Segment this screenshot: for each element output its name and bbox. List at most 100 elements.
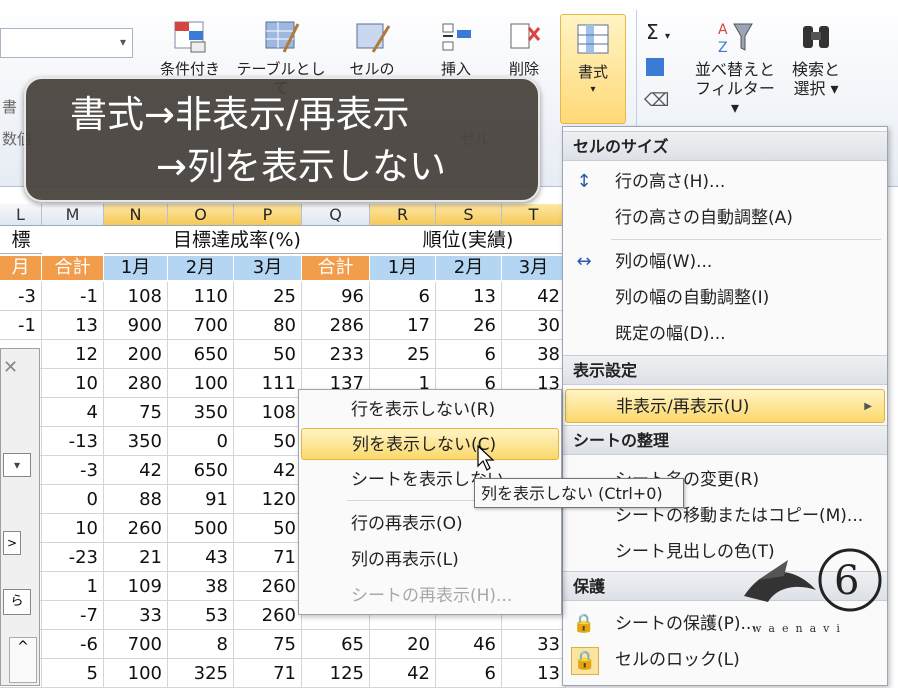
table-cell[interactable]: 1 (42, 572, 104, 601)
table-cell[interactable]: 20 (370, 630, 436, 659)
table-cell[interactable]: 25 (370, 340, 436, 369)
table-cell[interactable]: 50 (234, 427, 302, 456)
table-cell[interactable]: 33 (104, 601, 168, 630)
fill-icon[interactable] (646, 58, 664, 76)
table-cell[interactable]: 0 (168, 427, 234, 456)
table-cell[interactable]: 4 (42, 398, 104, 427)
table-cell[interactable]: -1 (0, 311, 42, 340)
table-cell[interactable]: 38 (168, 572, 234, 601)
table-cell[interactable]: 42 (370, 659, 436, 688)
column-header[interactable]: R (370, 204, 436, 226)
table-cell[interactable]: 120 (234, 485, 302, 514)
table-cell[interactable]: 88 (104, 485, 168, 514)
table-cell[interactable]: -23 (42, 543, 104, 572)
dialog-button[interactable]: ら (3, 589, 31, 615)
number-format-dropdown[interactable]: ▾ (0, 28, 133, 58)
table-cell[interactable]: 50 (234, 514, 302, 543)
table-cell[interactable]: 280 (104, 369, 168, 398)
table-cell[interactable]: 43 (168, 543, 234, 572)
table-cell[interactable]: 13 (42, 311, 104, 340)
table-cell[interactable]: 91 (168, 485, 234, 514)
column-header[interactable]: O (168, 204, 234, 226)
column-header[interactable]: M (42, 204, 104, 226)
scrollbar[interactable]: ^ (9, 637, 37, 683)
table-cell[interactable]: 110 (168, 282, 234, 311)
column-header[interactable]: N (104, 204, 168, 226)
table-cell[interactable]: 350 (104, 427, 168, 456)
sort-filter-button[interactable]: AZ 並べ替えと フィルター ▾ (690, 18, 780, 117)
menu-column-width[interactable]: 列の幅(W)... (563, 245, 887, 279)
table-cell[interactable]: 50 (234, 340, 302, 369)
table-cell[interactable]: 13 (502, 659, 566, 688)
submenu-hide-rows[interactable]: 行を表示しない(R) (299, 394, 561, 426)
table-cell[interactable]: 125 (302, 659, 370, 688)
menu-default-width[interactable]: 既定の幅(D)... (563, 317, 887, 351)
table-cell[interactable]: 71 (234, 659, 302, 688)
column-header[interactable]: P (234, 204, 302, 226)
table-cell[interactable]: 38 (502, 340, 566, 369)
table-cell[interactable]: 650 (168, 456, 234, 485)
table-cell[interactable]: -3 (0, 282, 42, 311)
table-cell[interactable]: 6 (436, 340, 502, 369)
table-cell[interactable]: -7 (42, 601, 104, 630)
table-cell[interactable]: 200 (104, 340, 168, 369)
table-cell[interactable]: -3 (42, 456, 104, 485)
menu-row-height[interactable]: 行の高さ(H)... (563, 165, 887, 199)
column-header[interactable]: T (502, 204, 566, 226)
find-select-button[interactable]: 検索と 選択 ▾ (786, 18, 846, 98)
table-cell[interactable]: 108 (234, 398, 302, 427)
table-cell[interactable]: 650 (168, 340, 234, 369)
table-cell[interactable]: 10 (42, 514, 104, 543)
table-cell[interactable]: 26 (436, 311, 502, 340)
table-cell[interactable]: 42 (234, 456, 302, 485)
table-cell[interactable]: 5 (42, 659, 104, 688)
table-cell[interactable]: 21 (104, 543, 168, 572)
table-cell[interactable]: 71 (234, 543, 302, 572)
column-header[interactable]: S (436, 204, 502, 226)
table-cell[interactable]: 80 (234, 311, 302, 340)
table-cell[interactable]: 10 (42, 369, 104, 398)
table-cell[interactable]: 46 (436, 630, 502, 659)
table-cell[interactable]: 350 (168, 398, 234, 427)
close-icon[interactable]: ✕ (3, 357, 18, 378)
format-button[interactable]: 書式 ▾ (560, 14, 626, 124)
table-cell[interactable]: -6 (42, 630, 104, 659)
dropdown[interactable]: ▾ (3, 453, 31, 477)
table-cell[interactable]: 25 (234, 282, 302, 311)
table-cell[interactable]: 53 (168, 601, 234, 630)
table-cell[interactable]: 42 (104, 456, 168, 485)
table-cell[interactable]: 700 (168, 311, 234, 340)
insert-button[interactable]: 挿入 (424, 18, 488, 79)
table-cell[interactable]: 500 (168, 514, 234, 543)
table-cell[interactable]: 30 (502, 311, 566, 340)
submenu-unhide-columns[interactable]: 列の再表示(L) (299, 544, 561, 576)
table-cell[interactable]: -1 (42, 282, 104, 311)
table-cell[interactable]: 42 (502, 282, 566, 311)
cell-styles-button[interactable]: セルの (340, 18, 404, 79)
table-cell[interactable]: 100 (104, 659, 168, 688)
table-cell[interactable]: 700 (104, 630, 168, 659)
table-cell[interactable]: 286 (302, 311, 370, 340)
conditional-format-button[interactable]: 条件付き (150, 18, 230, 79)
table-cell[interactable]: 6 (436, 659, 502, 688)
table-cell[interactable]: 12 (42, 340, 104, 369)
table-cell[interactable]: 900 (104, 311, 168, 340)
table-cell[interactable]: 96 (302, 282, 370, 311)
next-button[interactable]: > (3, 531, 21, 555)
table-cell[interactable]: 260 (104, 514, 168, 543)
menu-column-autofit[interactable]: 列の幅の自動調整(I) (563, 281, 887, 315)
table-cell[interactable]: 260 (234, 572, 302, 601)
delete-button[interactable]: 削除 (494, 18, 554, 79)
table-cell[interactable]: -13 (42, 427, 104, 456)
table-cell[interactable]: 75 (234, 630, 302, 659)
table-cell[interactable]: 100 (168, 369, 234, 398)
table-cell[interactable]: 65 (302, 630, 370, 659)
column-header[interactable]: L (0, 204, 42, 226)
table-cell[interactable]: 17 (370, 311, 436, 340)
table-cell[interactable]: 13 (436, 282, 502, 311)
column-header[interactable]: Q (302, 204, 370, 226)
table-cell[interactable]: 325 (168, 659, 234, 688)
table-cell[interactable]: 108 (104, 282, 168, 311)
submenu-hide-columns[interactable]: 列を表示しない(C) (301, 428, 559, 460)
table-cell[interactable]: 8 (168, 630, 234, 659)
